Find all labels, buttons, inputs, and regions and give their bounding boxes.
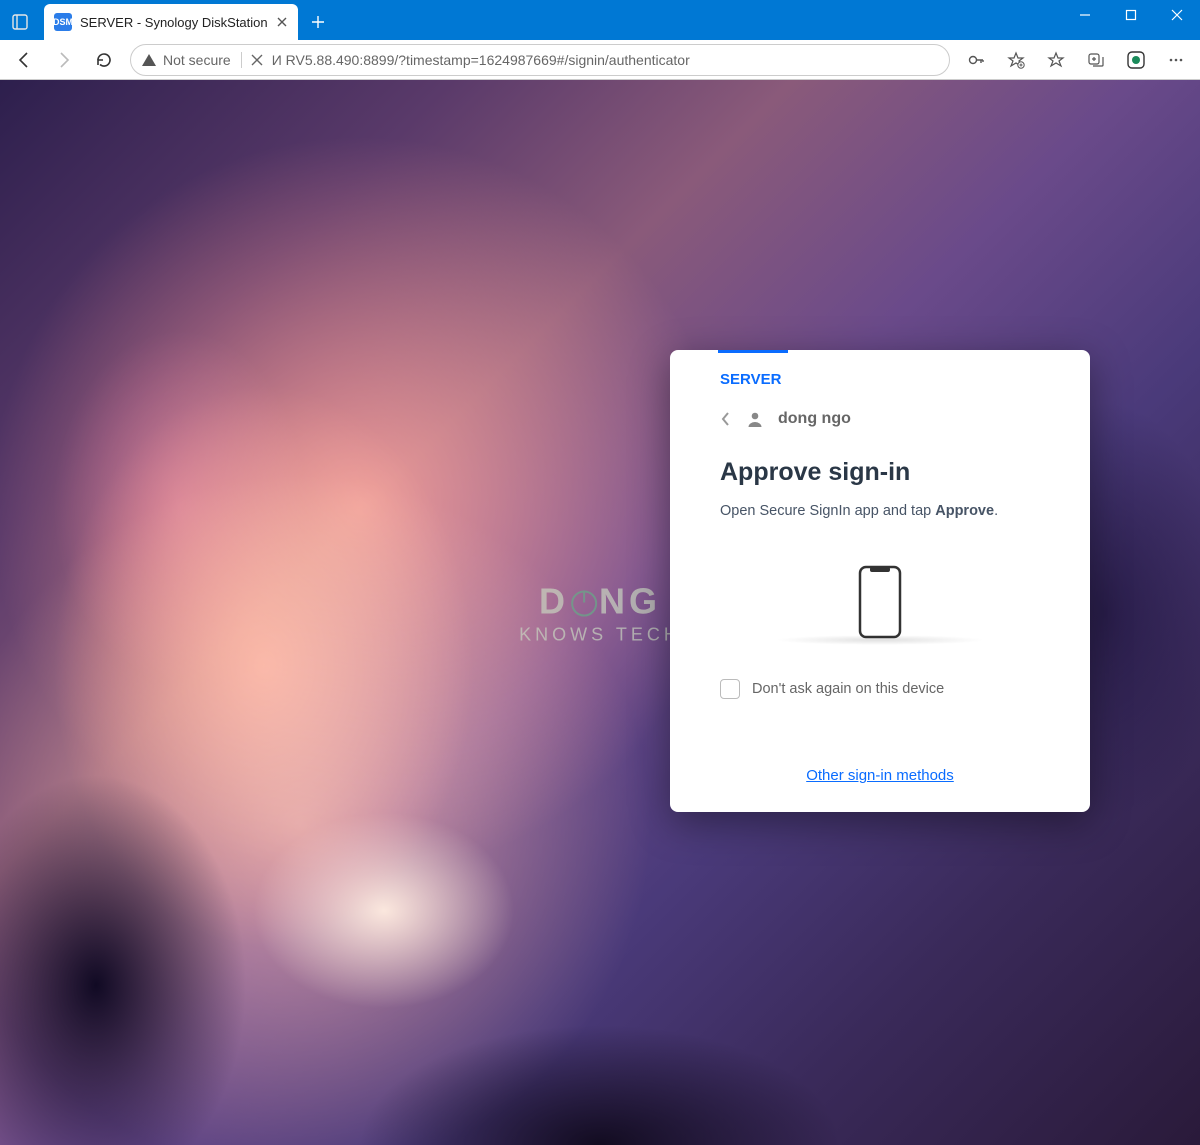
tab-favicon: DSM: [54, 13, 72, 31]
vertical-tabs-button[interactable]: [0, 6, 40, 38]
security-label: Not secure: [163, 52, 231, 68]
collections-icon[interactable]: [1078, 44, 1114, 76]
star-add-icon[interactable]: [998, 44, 1034, 76]
security-indicator[interactable]: Not secure: [141, 52, 242, 68]
signin-card: SERVER dong ngo Approve sign-in Open Sec…: [670, 350, 1090, 812]
browser-title-bar: DSM SERVER - Synology DiskStation: [0, 0, 1200, 40]
back-chevron-icon[interactable]: [720, 411, 732, 427]
browser-tab[interactable]: DSM SERVER - Synology DiskStation: [44, 4, 298, 40]
new-tab-button[interactable]: [302, 6, 334, 38]
refresh-button[interactable]: [86, 44, 122, 76]
browser-toolbar: Not secure И RV5.88.490:8899/?timestamp=…: [0, 40, 1200, 80]
window-controls: [1062, 0, 1200, 30]
phone-icon: [858, 565, 902, 639]
profile-icon[interactable]: [1118, 44, 1154, 76]
checkbox-box[interactable]: [720, 679, 740, 699]
other-signin-link[interactable]: Other sign-in methods: [670, 767, 1090, 812]
maximize-button[interactable]: [1108, 0, 1154, 30]
back-button[interactable]: [6, 44, 42, 76]
address-bar[interactable]: Not secure И RV5.88.490:8899/?timestamp=…: [130, 44, 950, 76]
phone-illustration: [720, 555, 1040, 679]
url-text: И RV5.88.490:8899/?timestamp=1624987669#…: [272, 52, 939, 68]
warning-icon: [141, 52, 157, 68]
password-icon[interactable]: [958, 44, 994, 76]
user-icon: [746, 410, 764, 428]
minimize-button[interactable]: [1062, 0, 1108, 30]
tab-close-button[interactable]: [276, 16, 288, 28]
page-content: DNG KNOWS TECH SERVER dong ngo Approve s…: [0, 80, 1200, 1145]
tab-title: SERVER - Synology DiskStation: [80, 15, 268, 30]
checkbox-label: Don't ask again on this device: [752, 681, 944, 697]
card-instruction: Open Secure SignIn app and tap Approve.: [720, 503, 1040, 519]
server-name: SERVER: [670, 353, 1090, 410]
forward-button[interactable]: [46, 44, 82, 76]
card-title: Approve sign-in: [720, 458, 1040, 487]
close-icon[interactable]: [250, 53, 264, 67]
more-icon[interactable]: [1158, 44, 1194, 76]
username: dong ngo: [778, 410, 851, 428]
favorites-icon[interactable]: [1038, 44, 1074, 76]
dont-ask-checkbox[interactable]: Don't ask again on this device: [720, 679, 1040, 699]
close-window-button[interactable]: [1154, 0, 1200, 30]
